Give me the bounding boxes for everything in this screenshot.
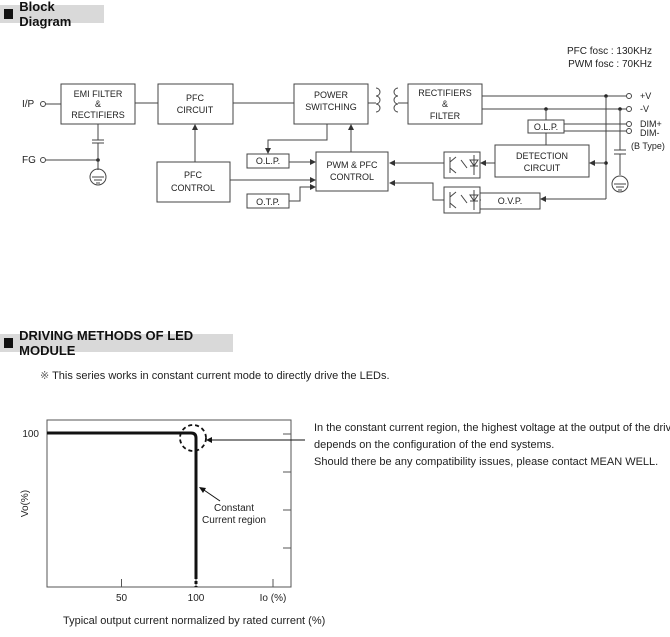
vplus-terminal	[626, 93, 632, 99]
driving-methods-header: DRIVING METHODS OF LED MODULE	[0, 328, 233, 358]
y-tick-label: 100	[22, 429, 39, 440]
pwm-line-1: PWM & PFC	[327, 160, 378, 170]
knee-highlight-circle	[179, 424, 207, 452]
x-axis-label: Typical output current normalized by rat…	[63, 615, 326, 627]
pfc-circuit-line-1: PFC	[186, 93, 205, 103]
plot-frame	[46, 419, 292, 588]
block-diagram: PFC fosc : 130KHz PWM fosc : 70KHz I/P E…	[22, 46, 665, 214]
annotation-arrow	[200, 487, 221, 502]
primary-ground-icon	[89, 124, 107, 186]
fg-terminal-label: FG	[22, 155, 36, 166]
transformer-icon	[368, 87, 408, 113]
dimplus-terminal	[626, 121, 632, 127]
emi-line-2: &	[95, 99, 101, 109]
x-tick-label: 50	[116, 593, 128, 604]
description-line: Should there be any compatibility issues…	[314, 456, 659, 468]
series-note-text: This series works in constant current mo…	[52, 370, 390, 382]
reference-mark-icon: ※	[40, 370, 50, 382]
dimminus-label: DIM-	[640, 128, 660, 138]
y-axis-label: Vo(%)	[20, 490, 31, 517]
annotation-arrowhead	[199, 487, 206, 493]
description-line: depends on the configuration of the end …	[314, 439, 555, 451]
pfc-control-block	[156, 161, 231, 203]
pfc-circuit-line-2: CIRCUIT	[177, 105, 214, 115]
constant-current-description: In the constant current region, the high…	[314, 420, 670, 471]
detection-line-1: DETECTION	[516, 151, 568, 161]
olp-primary-label: O.L.P.	[256, 156, 280, 166]
optocoupler-icon	[443, 151, 481, 179]
detection-line-2: CIRCUIT	[524, 163, 561, 173]
emi-line-1: EMI FILTER	[74, 89, 123, 99]
description-line: In the constant current region, the high…	[314, 422, 670, 434]
pfc-circuit-block	[157, 83, 234, 125]
series-note: ※ This series works in constant current …	[40, 369, 390, 382]
rect-line-3: FILTER	[430, 111, 461, 121]
fg-terminal	[40, 157, 46, 163]
series-line	[47, 431, 198, 579]
secondary-ground-icon	[611, 109, 629, 193]
dimminus-terminal	[626, 128, 632, 134]
driving-methods-title: DRIVING METHODS OF LED MODULE	[19, 328, 194, 358]
input-terminal-label: I/P	[22, 99, 35, 110]
power-switching-line-2: SWITCHING	[305, 102, 357, 112]
vminus-label: -V	[640, 104, 649, 114]
rect-line-2: &	[442, 99, 448, 109]
vminus-terminal	[626, 106, 632, 112]
power-switching-line-1: POWER	[314, 90, 349, 100]
annotation-arrowhead	[206, 437, 212, 443]
x-tick-label: 100	[188, 593, 205, 604]
pfc-control-line-2: CONTROL	[171, 183, 215, 193]
x-tick-label: Io (%)	[260, 593, 287, 604]
vplus-label: +V	[640, 91, 651, 101]
otp-label: O.T.P.	[256, 197, 280, 207]
ovp-label: O.V.P.	[498, 196, 523, 206]
btype-label: (B Type)	[631, 141, 665, 151]
pwm-line-2: CONTROL	[330, 172, 374, 182]
pfc-control-line-1: PFC	[184, 170, 203, 180]
emi-line-3: RECTIFIERS	[71, 110, 125, 120]
optocoupler-icon	[443, 186, 481, 214]
annotation-label: Constant	[214, 503, 254, 514]
olp-secondary-label: O.L.P.	[534, 122, 558, 132]
pfc-frequency: PFC fosc : 130KHz	[567, 46, 652, 57]
pwm-frequency: PWM fosc : 70KHz	[568, 59, 652, 70]
rect-line-1: RECTIFIERS	[418, 88, 472, 98]
annotation-label: Current region	[202, 515, 266, 526]
square-bullet-icon	[4, 338, 14, 348]
input-terminal	[40, 101, 46, 107]
